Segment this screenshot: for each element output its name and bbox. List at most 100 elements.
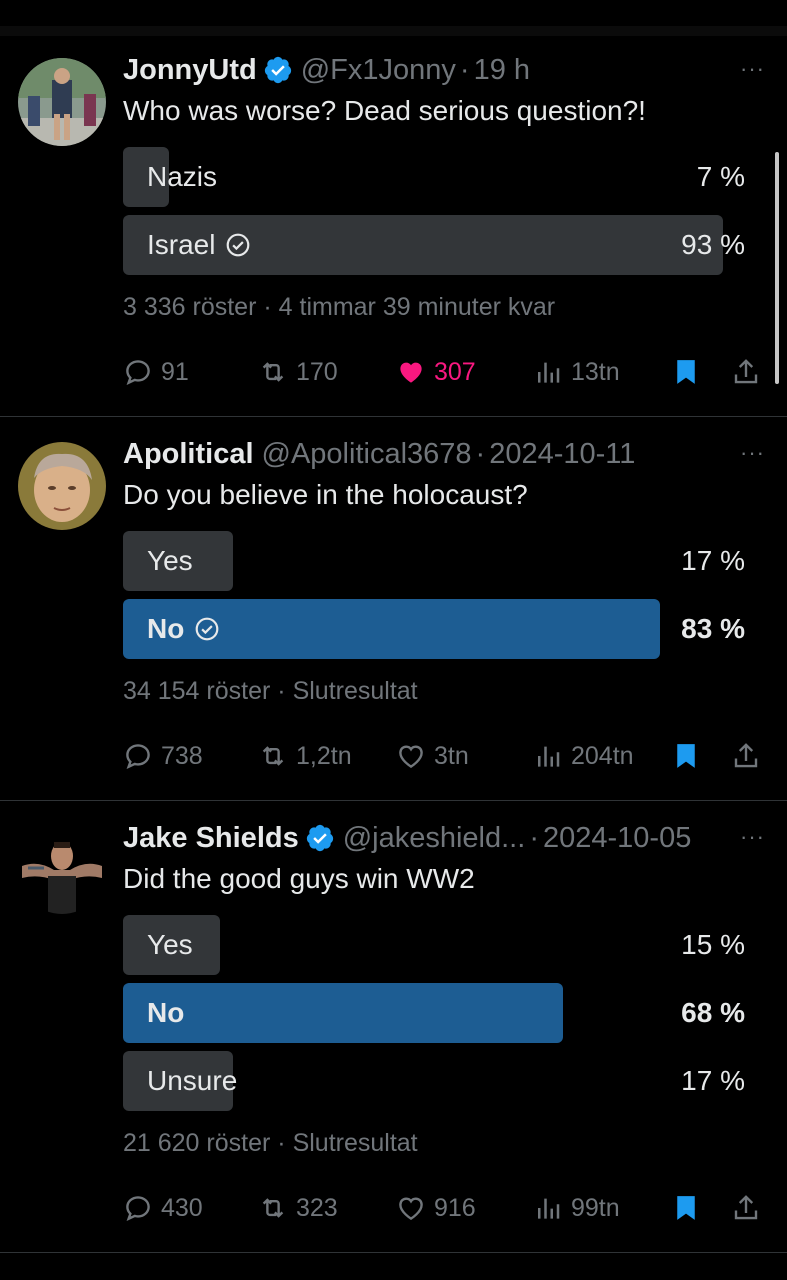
like-button[interactable]: 3tn bbox=[396, 736, 469, 776]
repost-count: 1,2tn bbox=[296, 741, 352, 770]
views-button[interactable]: 13tn bbox=[533, 352, 620, 392]
more-icon[interactable]: ··· bbox=[740, 824, 765, 850]
author-name[interactable]: JonnyUtd bbox=[123, 54, 257, 87]
like-count: 3tn bbox=[434, 741, 469, 770]
tweet-text: Did the good guys win WW2 bbox=[123, 863, 475, 894]
tweet-header: JonnyUtd @Fx1Jonny · 19 h bbox=[123, 52, 530, 88]
views-button[interactable]: 99tn bbox=[533, 1188, 620, 1228]
share-button[interactable] bbox=[731, 352, 769, 392]
share-icon bbox=[734, 1195, 758, 1220]
views-button[interactable]: 204tn bbox=[533, 736, 634, 776]
tweet-header: Jake Shields @jakeshield... · 2024-10-05 bbox=[123, 820, 691, 856]
verified-badge-icon bbox=[264, 56, 291, 84]
repost-icon bbox=[262, 1198, 284, 1218]
like-count: 307 bbox=[434, 357, 476, 386]
poll-option: Israel 93 % bbox=[123, 215, 745, 275]
poll-option-percent: 68 % bbox=[681, 997, 745, 1028]
poll-option-label-wrap: No bbox=[147, 599, 220, 659]
poll-option-percent: 15 % bbox=[681, 929, 745, 960]
poll-option: Yes 17 % bbox=[123, 531, 745, 591]
author-name[interactable]: Apolitical bbox=[123, 438, 254, 471]
bookmark-button[interactable] bbox=[671, 1188, 709, 1228]
author-handle[interactable]: @jakeshield... bbox=[343, 822, 526, 855]
view-count: 99tn bbox=[571, 1193, 620, 1222]
poll-option-label: Unsure bbox=[147, 1065, 238, 1096]
reply-button[interactable]: 430 bbox=[123, 1188, 203, 1228]
poll-meta: 3 336 röster · 4 timmar 39 minuter kvar bbox=[123, 293, 555, 322]
timestamp[interactable]: 19 h bbox=[474, 54, 530, 87]
poll-status: Slutresultat bbox=[292, 677, 418, 705]
avatar-fighter-image bbox=[18, 826, 106, 914]
poll-option-percent: 17 % bbox=[681, 545, 745, 576]
share-button[interactable] bbox=[731, 1188, 769, 1228]
views-icon bbox=[538, 362, 560, 383]
avatar-apolitical[interactable] bbox=[18, 442, 106, 530]
action-bar: 738 1,2tn 3tn 204tn bbox=[123, 736, 768, 776]
like-button[interactable]: 307 bbox=[396, 352, 476, 392]
share-button[interactable] bbox=[731, 736, 769, 776]
poll-option: No 68 % bbox=[123, 983, 745, 1043]
poll-option-percent: 17 % bbox=[681, 1065, 745, 1096]
views-icon bbox=[538, 1198, 560, 1219]
poll-option: Nazis 7 % bbox=[123, 147, 745, 207]
poll-option: No 83 % bbox=[123, 599, 745, 659]
separator-dot: · bbox=[277, 1129, 286, 1157]
separator-dot: · bbox=[263, 293, 272, 321]
like-button[interactable]: 916 bbox=[396, 1188, 476, 1228]
bookmark-button[interactable] bbox=[671, 352, 709, 392]
poll-option-percent: 7 % bbox=[696, 161, 745, 192]
share-icon bbox=[734, 359, 758, 384]
poll-meta: 34 154 röster · Slutresultat bbox=[123, 677, 418, 706]
scrollbar[interactable] bbox=[775, 152, 779, 384]
tweet-header: Apolitical @Apolitical3678 · 2024-10-11 bbox=[123, 436, 635, 472]
reply-count: 430 bbox=[161, 1193, 203, 1222]
avatar-portrait-image bbox=[18, 442, 106, 530]
separator-dot: · bbox=[459, 53, 470, 86]
author-handle[interactable]: @Fx1Jonny bbox=[301, 54, 456, 87]
poll-option-label: Nazis bbox=[147, 161, 218, 192]
voted-check-icon bbox=[195, 617, 219, 641]
repost-button[interactable]: 323 bbox=[258, 1188, 338, 1228]
repost-icon bbox=[262, 746, 284, 766]
tweet-divider bbox=[0, 1252, 787, 1253]
verified-badge-icon bbox=[306, 824, 333, 852]
tweet-text: Do you believe in the holocaust? bbox=[123, 479, 528, 510]
more-icon[interactable]: ··· bbox=[740, 56, 765, 82]
poll-status: Slutresultat bbox=[292, 1129, 418, 1157]
poll-option-label: No bbox=[147, 613, 185, 644]
share-icon bbox=[734, 743, 758, 768]
separator-dot: · bbox=[529, 821, 539, 854]
avatar-runner-image bbox=[18, 58, 106, 146]
reply-button[interactable]: 91 bbox=[123, 352, 189, 392]
author-name[interactable]: Jake Shields bbox=[123, 822, 299, 855]
repost-button[interactable]: 1,2tn bbox=[258, 736, 352, 776]
timestamp[interactable]: 2024-10-05 bbox=[543, 822, 691, 855]
poll-option-label: Israel bbox=[147, 229, 216, 260]
reply-icon bbox=[126, 744, 150, 770]
poll-meta: 21 620 röster · Slutresultat bbox=[123, 1129, 418, 1158]
view-count: 204tn bbox=[571, 741, 634, 770]
repost-count: 323 bbox=[296, 1193, 338, 1222]
avatar-jake-shields[interactable] bbox=[18, 826, 106, 914]
like-count: 916 bbox=[434, 1193, 476, 1222]
vote-count: 3 336 röster bbox=[123, 293, 257, 321]
views-icon bbox=[538, 746, 560, 767]
voted-check-icon bbox=[227, 233, 250, 257]
more-icon[interactable]: ··· bbox=[740, 440, 765, 466]
tweet-divider bbox=[0, 416, 787, 417]
repost-button[interactable]: 170 bbox=[258, 352, 338, 392]
reply-button[interactable]: 738 bbox=[123, 736, 203, 776]
poll-option: Unsure 17 % bbox=[123, 1051, 745, 1111]
bookmark-button[interactable] bbox=[671, 736, 709, 776]
bookmark-icon bbox=[677, 360, 695, 384]
avatar-jonnyutd[interactable] bbox=[18, 58, 106, 146]
author-handle[interactable]: @Apolitical3678 bbox=[262, 438, 472, 471]
bookmark-icon bbox=[677, 744, 695, 768]
poll-option-percent: 93 % bbox=[681, 229, 745, 260]
bookmark-icon bbox=[677, 1196, 695, 1220]
heart-icon bbox=[399, 1197, 423, 1221]
poll-option-label-wrap: Israel bbox=[147, 215, 251, 275]
timestamp[interactable]: 2024-10-11 bbox=[489, 438, 635, 471]
reply-count: 91 bbox=[161, 357, 189, 386]
poll-option-label: No bbox=[147, 997, 185, 1028]
